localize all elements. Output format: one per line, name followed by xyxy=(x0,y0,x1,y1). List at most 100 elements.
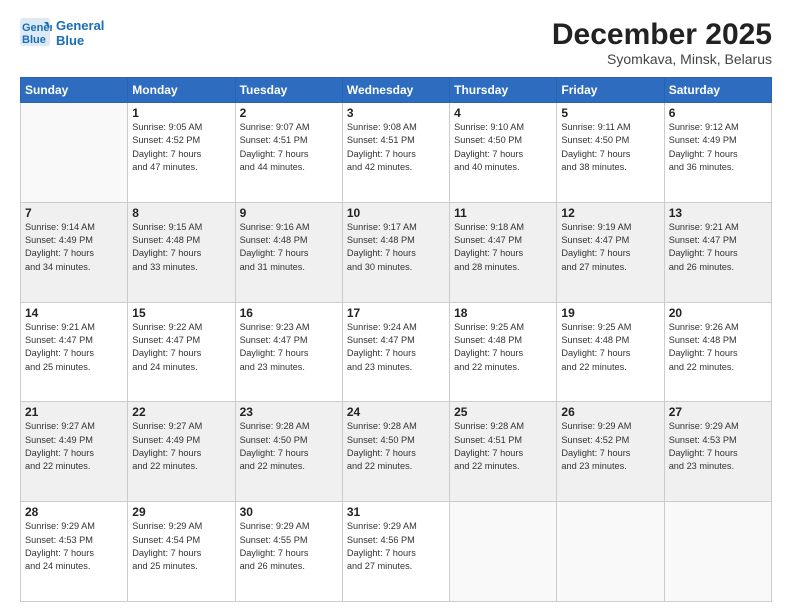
day-info: Sunrise: 9:29 AM Sunset: 4:52 PM Dayligh… xyxy=(561,420,659,473)
day-info: Sunrise: 9:29 AM Sunset: 4:56 PM Dayligh… xyxy=(347,520,445,573)
day-cell: 28Sunrise: 9:29 AM Sunset: 4:53 PM Dayli… xyxy=(21,502,128,602)
day-cell: 19Sunrise: 9:25 AM Sunset: 4:48 PM Dayli… xyxy=(557,302,664,402)
logo: General Blue General Blue xyxy=(20,18,104,48)
day-cell: 15Sunrise: 9:22 AM Sunset: 4:47 PM Dayli… xyxy=(128,302,235,402)
day-info: Sunrise: 9:23 AM Sunset: 4:47 PM Dayligh… xyxy=(240,321,338,374)
day-number: 27 xyxy=(669,405,767,419)
day-cell: 20Sunrise: 9:26 AM Sunset: 4:48 PM Dayli… xyxy=(664,302,771,402)
day-cell: 31Sunrise: 9:29 AM Sunset: 4:56 PM Dayli… xyxy=(342,502,449,602)
day-number: 18 xyxy=(454,306,552,320)
day-number: 31 xyxy=(347,505,445,519)
weekday-tuesday: Tuesday xyxy=(235,78,342,103)
svg-text:Blue: Blue xyxy=(22,34,46,46)
day-info: Sunrise: 9:15 AM Sunset: 4:48 PM Dayligh… xyxy=(132,221,230,274)
title-block: December 2025 Syomkava, Minsk, Belarus xyxy=(552,18,772,67)
day-number: 21 xyxy=(25,405,123,419)
weekday-header-row: SundayMondayTuesdayWednesdayThursdayFrid… xyxy=(21,78,772,103)
day-info: Sunrise: 9:29 AM Sunset: 4:55 PM Dayligh… xyxy=(240,520,338,573)
location: Syomkava, Minsk, Belarus xyxy=(552,51,772,67)
day-cell: 16Sunrise: 9:23 AM Sunset: 4:47 PM Dayli… xyxy=(235,302,342,402)
day-info: Sunrise: 9:24 AM Sunset: 4:47 PM Dayligh… xyxy=(347,321,445,374)
weekday-saturday: Saturday xyxy=(664,78,771,103)
day-cell xyxy=(664,502,771,602)
day-cell: 23Sunrise: 9:28 AM Sunset: 4:50 PM Dayli… xyxy=(235,402,342,502)
day-info: Sunrise: 9:12 AM Sunset: 4:49 PM Dayligh… xyxy=(669,121,767,174)
week-row-3: 14Sunrise: 9:21 AM Sunset: 4:47 PM Dayli… xyxy=(21,302,772,402)
day-info: Sunrise: 9:25 AM Sunset: 4:48 PM Dayligh… xyxy=(561,321,659,374)
day-cell: 3Sunrise: 9:08 AM Sunset: 4:51 PM Daylig… xyxy=(342,103,449,203)
day-number: 11 xyxy=(454,206,552,220)
day-number: 13 xyxy=(669,206,767,220)
day-number: 2 xyxy=(240,106,338,120)
logo-icon: General Blue xyxy=(20,18,52,48)
day-info: Sunrise: 9:26 AM Sunset: 4:48 PM Dayligh… xyxy=(669,321,767,374)
day-number: 1 xyxy=(132,106,230,120)
day-number: 4 xyxy=(454,106,552,120)
day-number: 12 xyxy=(561,206,659,220)
day-cell: 5Sunrise: 9:11 AM Sunset: 4:50 PM Daylig… xyxy=(557,103,664,203)
day-info: Sunrise: 9:28 AM Sunset: 4:50 PM Dayligh… xyxy=(347,420,445,473)
day-info: Sunrise: 9:05 AM Sunset: 4:52 PM Dayligh… xyxy=(132,121,230,174)
week-row-1: 1Sunrise: 9:05 AM Sunset: 4:52 PM Daylig… xyxy=(21,103,772,203)
day-cell: 17Sunrise: 9:24 AM Sunset: 4:47 PM Dayli… xyxy=(342,302,449,402)
logo-blue: Blue xyxy=(56,33,104,48)
day-number: 15 xyxy=(132,306,230,320)
day-info: Sunrise: 9:18 AM Sunset: 4:47 PM Dayligh… xyxy=(454,221,552,274)
day-cell: 24Sunrise: 9:28 AM Sunset: 4:50 PM Dayli… xyxy=(342,402,449,502)
day-cell: 6Sunrise: 9:12 AM Sunset: 4:49 PM Daylig… xyxy=(664,103,771,203)
day-info: Sunrise: 9:28 AM Sunset: 4:51 PM Dayligh… xyxy=(454,420,552,473)
day-cell: 1Sunrise: 9:05 AM Sunset: 4:52 PM Daylig… xyxy=(128,103,235,203)
day-info: Sunrise: 9:27 AM Sunset: 4:49 PM Dayligh… xyxy=(25,420,123,473)
day-info: Sunrise: 9:25 AM Sunset: 4:48 PM Dayligh… xyxy=(454,321,552,374)
day-number: 3 xyxy=(347,106,445,120)
day-number: 14 xyxy=(25,306,123,320)
day-cell: 14Sunrise: 9:21 AM Sunset: 4:47 PM Dayli… xyxy=(21,302,128,402)
day-info: Sunrise: 9:17 AM Sunset: 4:48 PM Dayligh… xyxy=(347,221,445,274)
day-cell: 9Sunrise: 9:16 AM Sunset: 4:48 PM Daylig… xyxy=(235,202,342,302)
weekday-monday: Monday xyxy=(128,78,235,103)
logo-text-block: General Blue xyxy=(56,18,104,48)
page: General Blue General Blue December 2025 … xyxy=(0,0,792,612)
day-cell: 25Sunrise: 9:28 AM Sunset: 4:51 PM Dayli… xyxy=(450,402,557,502)
day-cell: 12Sunrise: 9:19 AM Sunset: 4:47 PM Dayli… xyxy=(557,202,664,302)
weekday-wednesday: Wednesday xyxy=(342,78,449,103)
week-row-2: 7Sunrise: 9:14 AM Sunset: 4:49 PM Daylig… xyxy=(21,202,772,302)
day-number: 29 xyxy=(132,505,230,519)
day-info: Sunrise: 9:14 AM Sunset: 4:49 PM Dayligh… xyxy=(25,221,123,274)
day-number: 19 xyxy=(561,306,659,320)
day-cell: 7Sunrise: 9:14 AM Sunset: 4:49 PM Daylig… xyxy=(21,202,128,302)
day-info: Sunrise: 9:22 AM Sunset: 4:47 PM Dayligh… xyxy=(132,321,230,374)
day-number: 10 xyxy=(347,206,445,220)
day-number: 24 xyxy=(347,405,445,419)
calendar-table: SundayMondayTuesdayWednesdayThursdayFrid… xyxy=(20,77,772,602)
day-number: 22 xyxy=(132,405,230,419)
day-info: Sunrise: 9:07 AM Sunset: 4:51 PM Dayligh… xyxy=(240,121,338,174)
day-number: 30 xyxy=(240,505,338,519)
day-info: Sunrise: 9:16 AM Sunset: 4:48 PM Dayligh… xyxy=(240,221,338,274)
day-number: 17 xyxy=(347,306,445,320)
day-info: Sunrise: 9:29 AM Sunset: 4:54 PM Dayligh… xyxy=(132,520,230,573)
day-info: Sunrise: 9:27 AM Sunset: 4:49 PM Dayligh… xyxy=(132,420,230,473)
day-info: Sunrise: 9:10 AM Sunset: 4:50 PM Dayligh… xyxy=(454,121,552,174)
day-cell xyxy=(450,502,557,602)
day-cell: 22Sunrise: 9:27 AM Sunset: 4:49 PM Dayli… xyxy=(128,402,235,502)
day-cell: 30Sunrise: 9:29 AM Sunset: 4:55 PM Dayli… xyxy=(235,502,342,602)
day-cell: 21Sunrise: 9:27 AM Sunset: 4:49 PM Dayli… xyxy=(21,402,128,502)
day-info: Sunrise: 9:11 AM Sunset: 4:50 PM Dayligh… xyxy=(561,121,659,174)
day-cell: 26Sunrise: 9:29 AM Sunset: 4:52 PM Dayli… xyxy=(557,402,664,502)
day-number: 7 xyxy=(25,206,123,220)
day-cell xyxy=(557,502,664,602)
day-number: 26 xyxy=(561,405,659,419)
week-row-5: 28Sunrise: 9:29 AM Sunset: 4:53 PM Dayli… xyxy=(21,502,772,602)
day-cell: 2Sunrise: 9:07 AM Sunset: 4:51 PM Daylig… xyxy=(235,103,342,203)
day-cell: 13Sunrise: 9:21 AM Sunset: 4:47 PM Dayli… xyxy=(664,202,771,302)
day-cell: 11Sunrise: 9:18 AM Sunset: 4:47 PM Dayli… xyxy=(450,202,557,302)
day-number: 20 xyxy=(669,306,767,320)
day-number: 16 xyxy=(240,306,338,320)
day-cell: 18Sunrise: 9:25 AM Sunset: 4:48 PM Dayli… xyxy=(450,302,557,402)
day-number: 8 xyxy=(132,206,230,220)
day-cell: 29Sunrise: 9:29 AM Sunset: 4:54 PM Dayli… xyxy=(128,502,235,602)
day-cell: 27Sunrise: 9:29 AM Sunset: 4:53 PM Dayli… xyxy=(664,402,771,502)
month-title: December 2025 xyxy=(552,18,772,51)
day-info: Sunrise: 9:21 AM Sunset: 4:47 PM Dayligh… xyxy=(25,321,123,374)
